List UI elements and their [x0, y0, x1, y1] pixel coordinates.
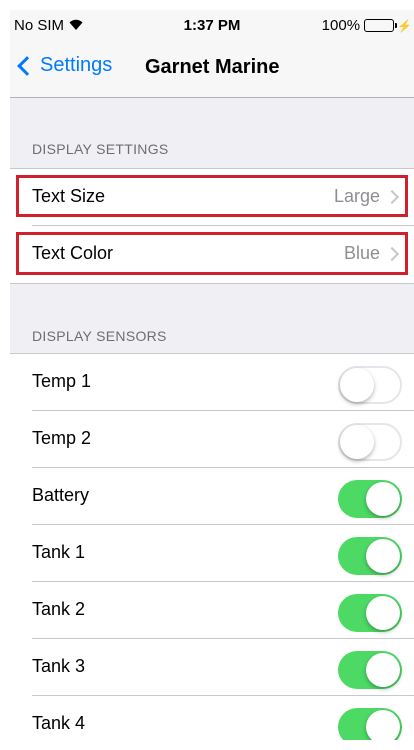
sensor-toggle[interactable] — [338, 480, 402, 518]
charging-icon: ⚡ — [397, 18, 412, 33]
screen: No SIM 1:37 PM 100% ⚡ Settings Garnet Ma… — [10, 10, 414, 740]
battery-group: 100% ⚡ — [322, 17, 412, 34]
sensor-row-temp-1: Temp 1 — [32, 354, 414, 411]
sensor-label: Temp 2 — [32, 428, 92, 448]
sensor-row-battery: Battery — [32, 468, 414, 525]
text-color-row[interactable]: Text Color Blue — [16, 226, 414, 283]
toggle-knob — [340, 425, 374, 459]
sensor-label: Tank 4 — [32, 713, 86, 733]
sensor-row-tank-4: Tank 4 — [32, 696, 414, 740]
sensor-toggle[interactable] — [338, 537, 402, 575]
sensor-label: Tank 1 — [32, 542, 86, 562]
text-size-label: Text Size — [32, 186, 106, 206]
sensor-row-tank-3: Tank 3 — [32, 639, 414, 696]
sensor-toggle[interactable] — [338, 366, 402, 404]
sensor-toggle[interactable] — [338, 708, 402, 740]
section-header-display-settings: DISPLAY SETTINGS — [32, 141, 169, 157]
battery-percent: 100% — [321, 17, 361, 34]
navigation-bar: Settings Garnet Marine — [10, 40, 414, 98]
sensor-row-tank-2: Tank 2 — [32, 582, 414, 639]
sensor-toggle[interactable] — [338, 651, 402, 689]
chevron-left-icon — [17, 55, 37, 76]
text-size-value: Large — [333, 186, 380, 206]
text-size-row[interactable]: Text Size Large — [16, 169, 414, 226]
back-button-label: Settings — [40, 54, 113, 76]
battery-icon — [364, 19, 398, 32]
sensor-row-tank-1: Tank 1 — [32, 525, 414, 582]
sensor-label: Tank 3 — [32, 656, 86, 676]
toggle-knob — [366, 710, 400, 740]
section-header-display-sensors: DISPLAY SENSORS — [32, 328, 167, 344]
sensor-label: Tank 2 — [32, 599, 86, 619]
text-color-value: Blue — [343, 243, 380, 263]
sensor-toggle[interactable] — [338, 594, 402, 632]
display-sensors-group: Temp 1 Temp 2 Battery Tank 1 Tank 2 Tank… — [10, 353, 414, 740]
sensor-label: Temp 1 — [32, 371, 92, 391]
toggle-knob — [366, 482, 400, 516]
toggle-knob — [366, 596, 400, 630]
sensor-row-temp-2: Temp 2 — [32, 411, 414, 468]
status-bar: No SIM 1:37 PM 100% ⚡ — [10, 10, 414, 40]
toggle-knob — [340, 368, 374, 402]
toggle-knob — [366, 539, 400, 573]
display-settings-group: Text Size Large Text Color Blue — [10, 168, 414, 284]
back-button[interactable]: Settings — [16, 54, 112, 77]
page-title: Garnet Marine — [145, 56, 280, 78]
toggle-knob — [366, 653, 400, 687]
sensor-label: Battery — [32, 485, 90, 505]
text-color-label: Text Color — [32, 243, 114, 263]
sensor-toggle[interactable] — [338, 423, 402, 461]
